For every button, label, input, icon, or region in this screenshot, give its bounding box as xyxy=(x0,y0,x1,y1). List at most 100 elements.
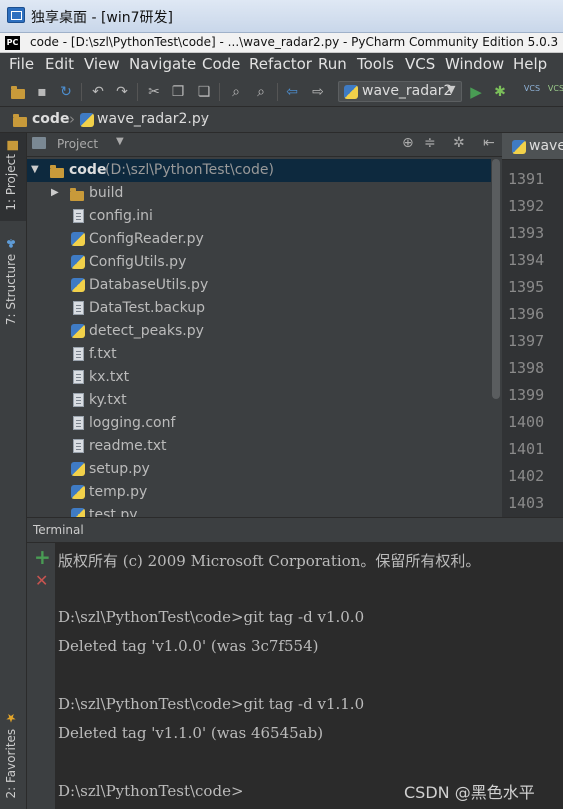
breadcrumb-file[interactable]: wave_radar2.py xyxy=(97,111,209,127)
list-item[interactable]: config.ini xyxy=(27,205,491,228)
list-item-label: ConfigUtils.py xyxy=(89,254,187,270)
list-item[interactable]: f.txt xyxy=(27,343,491,366)
menu-navigate[interactable]: Navigate xyxy=(129,55,196,73)
menu-vcs[interactable]: VCS xyxy=(405,55,435,73)
list-item[interactable]: ConfigUtils.py xyxy=(27,251,491,274)
replace-icon[interactable]: ⌕ xyxy=(253,84,269,100)
menu-view[interactable]: View xyxy=(84,55,120,73)
undo-icon[interactable]: ↶ xyxy=(90,84,106,100)
remote-window-titlebar: 独享桌面 - [win7研发] xyxy=(0,0,563,33)
save-icon[interactable]: ▪ xyxy=(34,84,50,100)
toolbar-separator xyxy=(137,83,138,101)
chevron-down-icon[interactable]: ▼ xyxy=(116,136,124,147)
terminal-header: Terminal xyxy=(27,517,563,543)
vcs-update-icon[interactable]: VCS xyxy=(522,84,542,100)
scrollbar-thumb[interactable] xyxy=(492,159,500,399)
copy-icon[interactable]: ❐ xyxy=(170,84,186,100)
list-item[interactable]: setup.py xyxy=(27,458,491,481)
navigation-bar: code › wave_radar2.py › xyxy=(0,107,563,133)
watermark: CSDN @黑色水平 xyxy=(404,783,535,802)
list-item[interactable]: ky.txt xyxy=(27,389,491,412)
terminal-output[interactable]: 版权所有 (c) 2009 Microsoft Corporation。保留所有… xyxy=(55,543,563,809)
project-view-label[interactable]: Project xyxy=(57,137,98,151)
structure-icon: ♣ xyxy=(4,236,18,250)
menu-window[interactable]: Window xyxy=(445,55,504,73)
scroll-from-source-icon[interactable]: ⊕ xyxy=(402,135,414,151)
list-item-label: test.py xyxy=(89,507,138,517)
python-file-icon xyxy=(71,278,85,292)
debug-icon[interactable]: ✱ xyxy=(492,84,508,100)
list-item[interactable]: logging.conf xyxy=(27,412,491,435)
collapse-all-icon[interactable]: ≑ xyxy=(424,135,436,151)
project-tree-scrollbar[interactable] xyxy=(491,157,502,517)
line-number: 1394 xyxy=(508,251,545,269)
menu-refactor[interactable]: Refactor xyxy=(249,55,312,73)
list-item-label: detect_peaks.py xyxy=(89,323,204,339)
forward-icon[interactable]: ⇨ xyxy=(310,84,326,100)
list-item[interactable]: detect_peaks.py xyxy=(27,320,491,343)
tool-tab-favorites[interactable]: 2: Favorites ★ xyxy=(4,711,18,799)
expand-arrow-icon[interactable]: ▼ xyxy=(31,164,39,175)
sync-icon[interactable]: ↻ xyxy=(58,84,74,100)
list-item-label: readme.txt xyxy=(89,438,167,454)
python-file-icon xyxy=(512,140,526,154)
terminal-line: D:\szl\PythonTest\code>git tag -d v1.1.0 xyxy=(58,695,365,713)
menu-help[interactable]: Help xyxy=(513,55,547,73)
list-item[interactable]: kx.txt xyxy=(27,366,491,389)
menu-run[interactable]: Run xyxy=(318,55,347,73)
list-item-label: logging.conf xyxy=(89,415,176,431)
line-number: 1403 xyxy=(508,494,545,512)
new-session-icon[interactable]: + xyxy=(34,545,51,569)
terminal-line: 版权所有 (c) 2009 Microsoft Corporation。保留所有… xyxy=(58,552,481,570)
open-folder-icon[interactable] xyxy=(10,84,26,100)
app-titlebar: PC code - [D:\szl\PythonTest\code] - ...… xyxy=(0,33,563,53)
tool-tab-project[interactable]: 1: Project ▆ xyxy=(4,141,18,211)
list-item[interactable]: temp.py xyxy=(27,481,491,504)
terminal-line: Deleted tag 'v1.1.0' (was 46545ab) xyxy=(58,724,324,742)
find-icon[interactable]: ⌕ xyxy=(228,84,244,100)
remote-window-title: 独享桌面 - [win7研发] xyxy=(31,10,173,26)
close-session-icon[interactable]: ✕ xyxy=(35,571,48,590)
menu-tools[interactable]: Tools xyxy=(357,55,394,73)
list-item-label: ky.txt xyxy=(89,392,127,408)
cut-icon[interactable]: ✂ xyxy=(146,84,162,100)
text-file-icon xyxy=(73,439,84,453)
gear-icon[interactable]: ✲ xyxy=(453,135,465,151)
list-item[interactable]: DatabaseUtils.py xyxy=(27,274,491,297)
terminal-line: D:\szl\PythonTest\code>git tag -d v1.0.0 xyxy=(58,608,365,626)
breadcrumb-code[interactable]: code xyxy=(32,111,69,127)
python-file-icon xyxy=(80,113,94,127)
line-number: 1395 xyxy=(508,278,545,296)
text-file-icon xyxy=(73,209,84,223)
tree-root-code[interactable]: ▼ code (D:\szl\PythonTest\code) xyxy=(27,159,491,182)
vcs-commit-icon[interactable]: VCS xyxy=(546,84,563,100)
run-configuration-select[interactable]: wave_radar2 ▼ xyxy=(338,81,462,102)
python-file-icon xyxy=(71,485,85,499)
menu-code[interactable]: Code xyxy=(202,55,240,73)
expand-arrow-icon[interactable]: ▶ xyxy=(51,187,59,198)
run-icon[interactable]: ▶ xyxy=(468,84,484,100)
back-icon[interactable]: ⇦ xyxy=(284,84,300,100)
toolbar-separator xyxy=(219,83,220,101)
redo-icon[interactable]: ↷ xyxy=(114,84,130,100)
editor-tab[interactable]: wave xyxy=(502,133,563,160)
list-item[interactable]: DataTest.backup xyxy=(27,297,491,320)
python-file-icon xyxy=(71,324,85,338)
chevron-down-icon: ▼ xyxy=(447,83,456,96)
paste-icon[interactable]: ❏ xyxy=(196,84,212,100)
hide-panel-icon[interactable]: ⇤ xyxy=(483,135,495,151)
tree-root-path: (D:\szl\PythonTest\code) xyxy=(105,162,274,178)
toolbar-separator xyxy=(81,83,82,101)
list-item[interactable]: ▶ build xyxy=(27,182,491,205)
tool-tab-structure[interactable]: 7: Structure ♣ xyxy=(4,236,18,325)
list-item[interactable]: ConfigReader.py xyxy=(27,228,491,251)
menu-edit[interactable]: Edit xyxy=(45,55,74,73)
folder-icon: ▆ xyxy=(4,141,18,151)
python-file-icon xyxy=(71,508,85,517)
list-item-label: config.ini xyxy=(89,208,153,224)
list-item[interactable]: readme.txt xyxy=(27,435,491,458)
list-item[interactable]: test.py xyxy=(27,504,491,517)
menu-file[interactable]: File xyxy=(9,55,34,73)
line-number: 1401 xyxy=(508,440,545,458)
editor-gutter: 1391 1392 1393 1394 1395 1396 1397 1398 … xyxy=(502,160,563,517)
